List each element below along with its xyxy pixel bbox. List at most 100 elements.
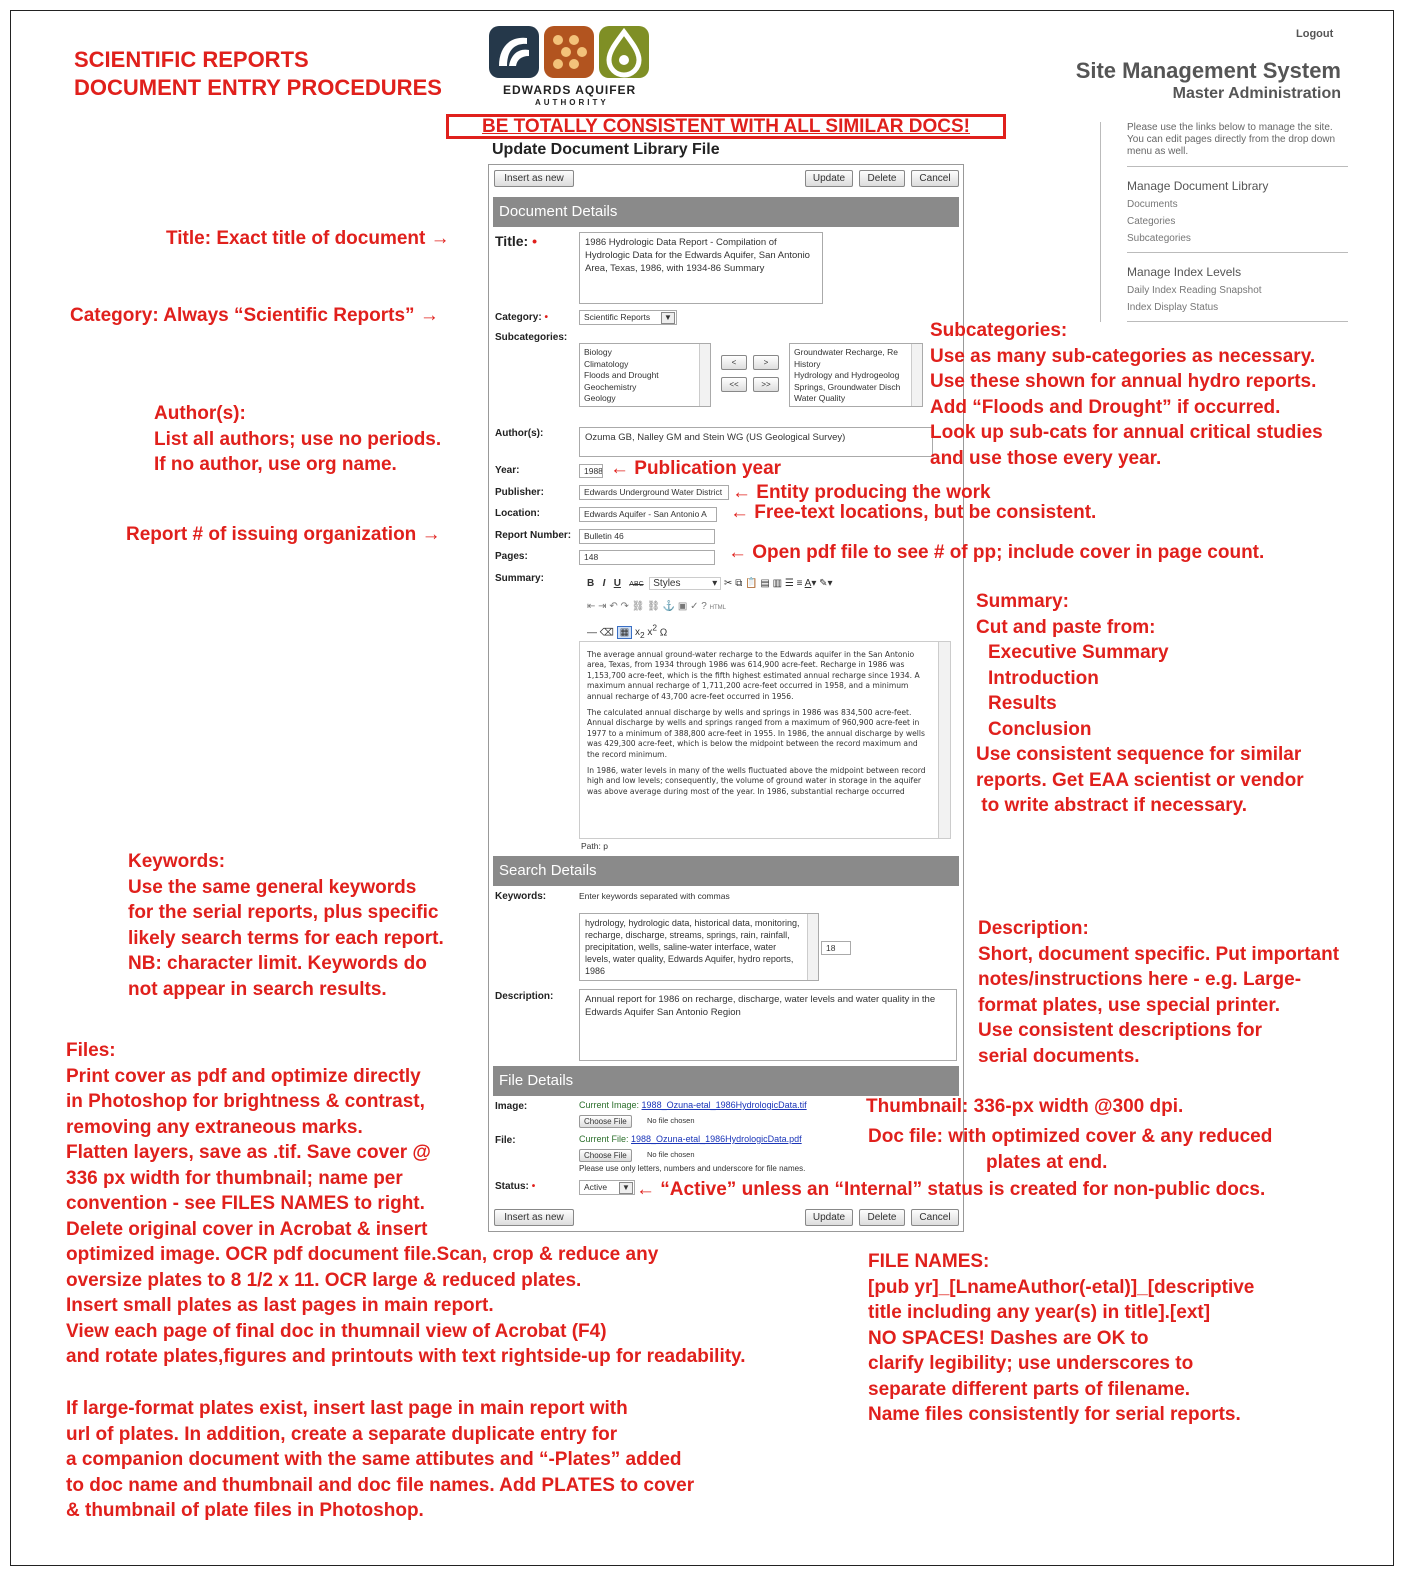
undo-icon[interactable]: ↶ [609,601,617,612]
summary-editor[interactable]: The average annual ground-water recharge… [579,641,951,839]
special-character-icon[interactable]: Ω [660,627,667,638]
report-number-annotation: Report # of issuing organization → [126,524,441,545]
selected-subcategories-list[interactable]: Groundwater Recharge, Re History Hydrolo… [789,343,923,407]
pages-input[interactable]: 148 [579,550,715,565]
editor-scrollbar[interactable] [938,642,950,838]
redo-icon[interactable]: ↷ [621,601,629,612]
subcategories-annotation: Subcategories: Use as many sub-categorie… [930,318,1323,471]
available-subcategories-list[interactable]: Biology Climatology Floods and Drought G… [579,343,711,407]
admin-sidebar: Please use the links below to manage the… [1100,122,1348,322]
sidebar-group-document-library[interactable]: Manage Document Library [1127,179,1348,193]
list-item[interactable]: Floods and Drought [584,370,706,382]
unlink-icon[interactable]: ⛓ [647,601,660,612]
sidebar-item-categories[interactable]: Categories [1127,216,1348,227]
keywords-textarea[interactable]: hydrology, hydrologic data, historical d… [579,913,819,981]
report-number-label: Report Number: [495,530,572,541]
list-item[interactable]: Biology [584,347,706,359]
publisher-input[interactable]: Edwards Underground Water District [579,485,729,500]
procedure-title-line: DOCUMENT ENTRY PROCEDURES [74,75,442,100]
cut-icon[interactable]: ✂ [724,578,732,589]
styles-dropdown[interactable]: Styles ▾ [649,577,722,590]
cancel-button[interactable]: Cancel [911,170,959,187]
paste-word-icon[interactable]: ▥ [773,578,782,589]
image-icon[interactable]: ▣ [678,601,687,612]
list-item[interactable]: Geochemistry [584,382,706,394]
list-item[interactable]: Water Quality [794,393,918,405]
superscript-icon[interactable]: x2 [647,623,657,638]
sidebar-help-text: Please use the links below to manage the… [1127,122,1336,157]
move-all-left-button[interactable]: << [721,377,747,392]
update-button[interactable]: Update [805,170,853,187]
sidebar-item-documents[interactable]: Documents [1127,199,1348,210]
sidebar-item-index-display-status[interactable]: Index Display Status [1127,302,1348,313]
remove-format-icon[interactable]: ⌫ [600,627,614,638]
authors-label: Author(s): [495,428,544,439]
sidebar-divider [1127,166,1348,167]
table-icon[interactable]: ▦ [616,626,633,640]
list-item[interactable]: Geology [584,393,706,405]
anchor-icon[interactable]: ⚓ [663,601,675,612]
sidebar-item-daily-snapshot[interactable]: Daily Index Reading Snapshot [1127,285,1348,296]
logout-link[interactable]: Logout [1296,28,1333,40]
list-item[interactable]: Springs, Groundwater Disch [794,382,918,394]
location-input[interactable]: Edwards Aquifer - San Antonio A [579,507,717,522]
procedure-title-line: SCIENTIFIC REPORTS [74,47,309,72]
subscript-icon[interactable]: x2 [635,627,645,640]
help-icon[interactable]: ? [701,601,707,612]
cancel-button[interactable]: Cancel [911,1209,959,1226]
annotation-line: likely search terms for each report. [128,927,444,949]
list-item[interactable]: Climatology [584,359,706,371]
highlight-icon[interactable]: ✎ [819,578,827,589]
sidebar-group-index-levels[interactable]: Manage Index Levels [1127,265,1348,279]
outdent-icon[interactable]: ⇤ [587,601,595,612]
annotation-line: Subcategories: [930,320,1068,341]
spellcheck-icon[interactable]: ✓ [690,601,698,612]
bold-icon[interactable]: B [587,578,594,589]
year-input[interactable]: 1988 [579,464,603,478]
copy-icon[interactable]: ⧉ [735,578,742,589]
list-item[interactable]: Hydrology and Hydrogeolog [794,370,918,382]
list-scrollbar[interactable] [699,344,710,406]
move-left-button[interactable]: < [721,355,747,370]
text-color-icon[interactable]: A [805,578,812,589]
list-item[interactable]: History [794,359,918,371]
italic-icon[interactable]: I [603,578,606,589]
indent-icon[interactable]: ⇥ [598,601,606,612]
html-source-icon[interactable]: HTML [710,605,726,611]
link-icon[interactable]: ⛓ [632,601,645,612]
authors-annotation: Author(s): List all authors; use no peri… [154,401,441,478]
list-item[interactable]: Groundwater Recharge, Re [794,347,918,359]
move-all-right-button[interactable]: >> [753,377,779,392]
insert-as-new-button[interactable]: Insert as new [494,170,574,187]
authors-input[interactable]: Ozuma GB, Nalley GM and Stein WG (US Geo… [579,427,933,457]
strikethrough-icon[interactable]: ABC [629,581,643,588]
update-button[interactable]: Update [805,1209,853,1226]
paste-icon[interactable]: 📋 [745,578,757,589]
delete-button[interactable]: Delete [859,1209,905,1226]
annotation-line: Use as many sub-categories as necessary. [930,345,1316,367]
underline-icon[interactable]: U [614,578,621,589]
chevron-down-icon[interactable]: ▼ [661,312,675,324]
annotation-line: Conclusion [988,718,1092,740]
horizontal-rule-icon[interactable]: — [587,627,597,638]
styles-dropdown-label: Styles [653,578,681,589]
category-select[interactable]: Scientific Reports ▼ [579,310,677,325]
annotation-line: Use these shown for annual hydro reports… [930,371,1317,392]
logo-name: EDWARDS AQUIFER [503,83,637,97]
report-number-input[interactable]: Bulletin 46 [579,529,715,544]
list-scrollbar[interactable] [911,344,922,406]
keywords-scrollbar[interactable] [807,914,818,980]
paste-text-icon[interactable]: ▤ [760,578,769,589]
title-annotation: Title: Exact title of document → [166,228,450,249]
title-textarea[interactable]: 1986 Hydrologic Data Report - Compilatio… [579,232,823,304]
sidebar-divider [1127,252,1348,253]
numbered-list-icon[interactable]: ≡ [797,578,803,589]
sidebar-item-subcategories[interactable]: Subcategories [1127,233,1348,244]
move-right-button[interactable]: > [753,355,779,370]
annotation-line: in Photoshop for brightness & contrast, [66,1091,425,1112]
annotation-line: optimized image. OCR pdf document file.S… [66,1244,659,1265]
plates-annotation: If large-format plates exist, insert las… [66,1396,694,1524]
bulleted-list-icon[interactable]: ☰ [785,578,794,589]
section-search-details: Search Details [493,856,959,886]
delete-button[interactable]: Delete [859,170,905,187]
